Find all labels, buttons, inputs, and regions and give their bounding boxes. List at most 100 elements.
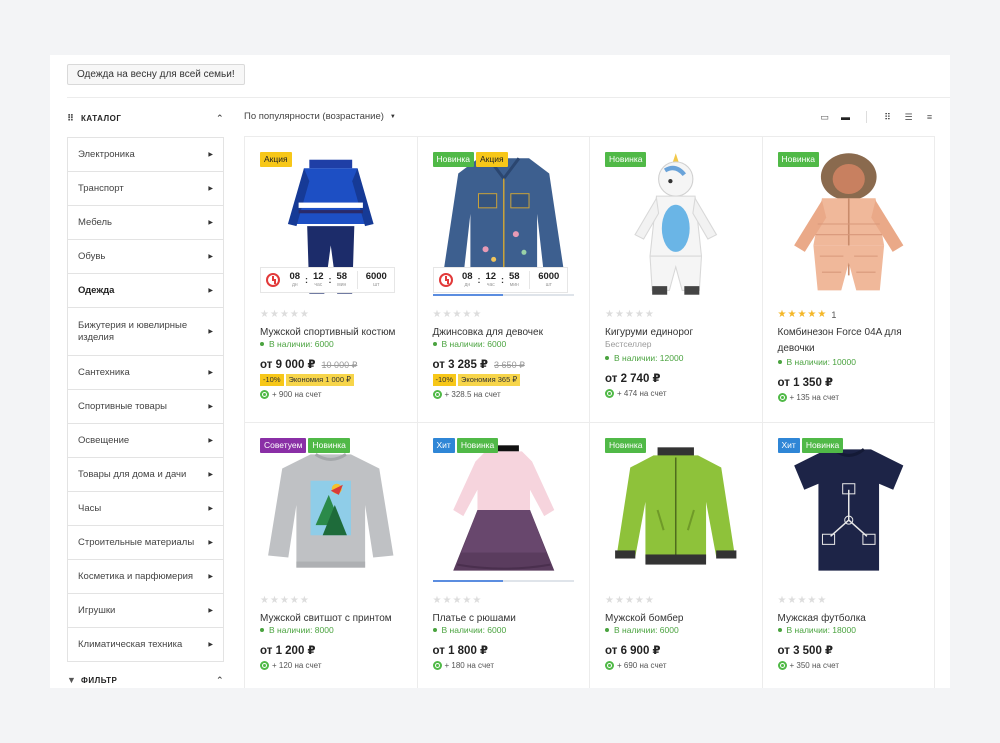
- view-card-dark-icon[interactable]: ▬: [840, 112, 851, 122]
- rating-stars[interactable]: ★ ★ ★ ★ ★: [433, 309, 482, 320]
- chevron-right-icon: ▶: [208, 505, 213, 512]
- chevron-right-icon: ▶: [208, 219, 213, 226]
- chevron-right-icon: ▶: [208, 185, 213, 192]
- star-icon: ★: [644, 595, 654, 606]
- stock-status: В наличии: 6000: [433, 625, 585, 635]
- product-subtitle: Бестселлер: [605, 339, 652, 349]
- chevron-right-icon: ▶: [208, 151, 213, 158]
- bonus-info: + 328.5 на счет: [432, 390, 585, 399]
- bonus-icon: [777, 393, 787, 402]
- badge-new: Новинка: [777, 152, 819, 167]
- product-image[interactable]: [778, 149, 920, 299]
- rating-stars[interactable]: ★ ★ ★ ★ ★: [260, 309, 309, 320]
- badge-new: Новинка: [605, 438, 647, 453]
- stock-status: В наличии: 18000: [778, 625, 930, 635]
- view-switcher: ▭ ▬ ⠿ ☰ ≡: [819, 111, 935, 123]
- product-card[interactable]: Советуем Новинка ★ ★ ★ ★ ★ Мужской свитшот с пр…: [245, 423, 418, 688]
- star-icon: ★: [777, 309, 787, 320]
- sidebar-item[interactable]: Электроника ▶: [68, 138, 223, 172]
- promo-tag-chip[interactable]: Одежда на весну для всей семьи!: [67, 64, 245, 85]
- rating-stars[interactable]: ★ ★ ★ ★ ★: [605, 309, 654, 320]
- bonus-icon: [260, 390, 269, 399]
- old-price: 3 650 ₽: [494, 360, 525, 370]
- timer-quantity: 6000 шт: [538, 271, 560, 289]
- sidebar-item[interactable]: Мебель ▶: [68, 206, 223, 240]
- badge-group: Новинка: [605, 152, 647, 167]
- sidebar-item[interactable]: Спортивные товары ▶: [68, 390, 223, 424]
- price-row: от 1 200 ₽: [260, 643, 412, 657]
- view-card-icon[interactable]: ▭: [819, 112, 830, 123]
- sidebar-item[interactable]: Сантехника ▶: [68, 356, 223, 390]
- stock-progress-bar: [432, 294, 574, 296]
- chevron-up-icon[interactable]: ⌃: [216, 113, 224, 124]
- badge-group: Хит Новинка: [777, 438, 844, 453]
- star-icon: ★: [279, 595, 289, 606]
- product-name[interactable]: Комбинезон Force 04A для девочки: [778, 325, 925, 357]
- product-image[interactable]: [778, 435, 920, 585]
- filter-header[interactable]: ▼ ФИЛЬТР ⌃: [67, 673, 224, 687]
- chevron-up-icon[interactable]: ⌃: [216, 675, 224, 686]
- star-icon: ★: [787, 309, 797, 320]
- product-image[interactable]: [260, 435, 402, 585]
- sidebar-item-label: Мебель: [78, 216, 112, 228]
- timer-days: 08 дн: [289, 271, 301, 289]
- bonus-info: + 690 на счет: [605, 661, 757, 670]
- star-icon: ★: [605, 595, 614, 606]
- rating-stars[interactable]: ★ ★ ★ ★ ★: [605, 595, 654, 606]
- sidebar-item[interactable]: Транспорт ▶: [68, 172, 223, 206]
- product-image[interactable]: [605, 149, 747, 299]
- product-card[interactable]: Хит Новинка ★ ★ ★ ★ ★ Мужская футболка В наличии…: [763, 423, 935, 688]
- product-card[interactable]: Хит Новинка ★ ★ ★ ★ ★ Платье с рюшами В наличии:…: [418, 423, 590, 688]
- product-info: В наличии: 6000 от 1 800 ₽ + 180 на счет: [432, 625, 585, 670]
- product-grid: Акция 08 дн:12 час:58 мин 6000 шт ★ ★ ★ ★ ★ Мужской …: [244, 136, 935, 688]
- bonus-info: + 120 на счет: [260, 661, 412, 670]
- rating-stars[interactable]: ★ ★ ★ ★ ★: [433, 595, 482, 606]
- star-icon: ★: [462, 595, 472, 606]
- sidebar-item[interactable]: Обувь ▶: [68, 240, 223, 274]
- sidebar-item[interactable]: Косметика и парфюмерия ▶: [68, 560, 223, 594]
- price-row: от 9 000 ₽ 10 000 ₽: [260, 357, 412, 371]
- chevron-right-icon: ▶: [208, 607, 213, 614]
- divider: [866, 111, 867, 123]
- chevron-right-icon: ▶: [208, 403, 213, 410]
- price-row: от 3 285 ₽ 3 650 ₽: [433, 357, 585, 371]
- chevron-right-icon: ▶: [208, 437, 213, 444]
- stock-status: В наличии: 6000: [260, 339, 412, 349]
- sidebar-item[interactable]: Освещение ▶: [68, 424, 223, 458]
- view-list-icon[interactable]: ☰: [903, 112, 914, 123]
- chevron-right-icon: ▶: [208, 253, 213, 260]
- sort-dropdown[interactable]: По популярности (возрастание) ▼: [244, 111, 396, 122]
- sidebar-item-label: Игрушки: [78, 604, 116, 616]
- product-card[interactable]: Новинка ★ ★ ★ ★ ★ Мужской бомбер В наличии: 600…: [590, 423, 763, 688]
- rating-stars[interactable]: ★ ★ ★ ★ ★: [260, 595, 309, 606]
- bonus-icon: [605, 661, 614, 670]
- view-table-icon[interactable]: ≡: [924, 112, 935, 122]
- star-icon: ★: [442, 595, 452, 606]
- stock-progress-bar: [432, 580, 574, 582]
- rating-stars[interactable]: ★ ★ ★ ★ ★ 1: [778, 309, 837, 320]
- product-info: В наличии: 6000 от 3 285 ₽ 3 650 ₽ -10% Экон…: [432, 339, 585, 399]
- sidebar-item[interactable]: Одежда ▶: [68, 274, 223, 308]
- product-image[interactable]: [605, 435, 747, 585]
- product-card[interactable]: Новинка ★ ★ ★ ★ ★ Кигуруми единорог Бестселлер В…: [590, 137, 763, 423]
- filter-title: ФИЛЬТР: [81, 675, 118, 685]
- sidebar-item[interactable]: Товары для дома и дачи ▶: [68, 458, 223, 492]
- chevron-right-icon: ▶: [208, 369, 213, 376]
- badge-group: Советуем Новинка: [260, 438, 350, 453]
- view-grid-icon[interactable]: ⠿: [882, 112, 893, 123]
- sidebar-item[interactable]: Игрушки ▶: [68, 594, 223, 628]
- star-icon: ★: [644, 309, 654, 320]
- star-icon: ★: [289, 309, 299, 320]
- price: от 3 500 ₽: [777, 645, 834, 657]
- product-image[interactable]: [433, 435, 575, 585]
- sidebar-item[interactable]: Климатическая техника ▶: [68, 628, 223, 662]
- sidebar-item[interactable]: Бижутерия и ювелирные изделия ▶: [68, 308, 223, 356]
- sidebar-item[interactable]: Строительные материалы ▶: [68, 526, 223, 560]
- product-card[interactable]: Новинка ★ ★ ★ ★ ★ 1 Комбинезон Force 04A для де…: [762, 137, 935, 423]
- catalog-header[interactable]: ⠿ КАТАЛОГ ⌃: [67, 111, 224, 125]
- product-card[interactable]: Новинка Акция 08 дн:12 час:58 мин 6000 шт ★ ★ ★ ★ ★ Д…: [417, 137, 590, 423]
- rating-stars[interactable]: ★ ★ ★ ★ ★: [778, 595, 827, 606]
- sidebar-item[interactable]: Часы ▶: [68, 492, 223, 526]
- product-card[interactable]: Акция 08 дн:12 час:58 мин 6000 шт ★ ★ ★ ★ ★ Мужской …: [245, 137, 418, 423]
- sidebar-item-label: Электроника: [78, 148, 135, 160]
